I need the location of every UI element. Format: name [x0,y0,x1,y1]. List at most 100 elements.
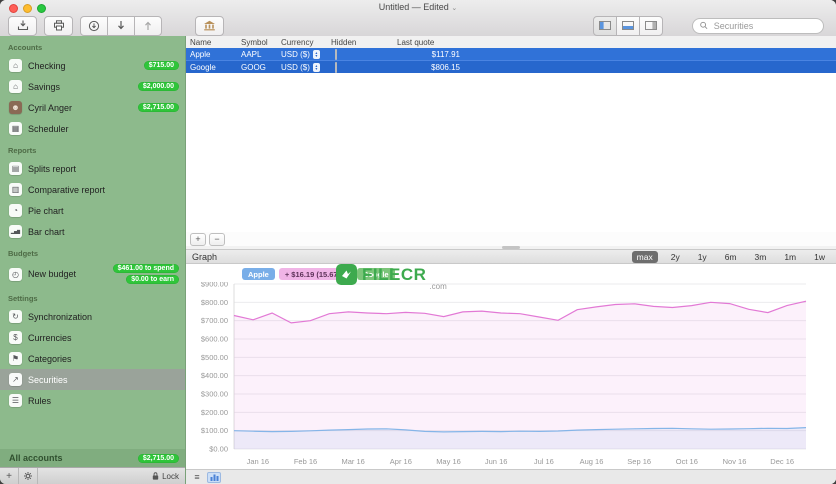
range-button-1y[interactable]: 1y [693,251,712,263]
range-button-2y[interactable]: 2y [666,251,685,263]
chart-area: Apple + $16.19 (15.67%) Google FILECR .com… [186,264,836,470]
securities-table: Apple AAPL USD ($) ▴ ▾ $117.91 Google GOOG USD (… [186,48,836,73]
bank-button[interactable] [195,15,224,36]
sidebar-item-label: Checking [28,60,66,71]
sidebar-item-comparative-report[interactable]: ▥ Comparative report [0,179,185,200]
sidebar-item-splits-report[interactable]: ▤ Splits report [0,158,185,179]
refresh-quotes-icon [88,20,100,31]
list-view-button[interactable]: ≡ [190,472,204,483]
add-security-button[interactable]: + [190,232,206,246]
svg-text:May 16: May 16 [436,457,461,466]
sidebar-item-synchronization[interactable]: ↻ Synchronization [0,306,185,327]
account-balance-badge: $715.00 [143,61,179,70]
svg-text:Feb 16: Feb 16 [294,457,317,466]
sidebar-item-label: Synchronization [28,311,93,322]
view-left-pane-button[interactable] [593,15,617,36]
hidden-checkbox[interactable] [335,48,337,60]
search-input[interactable] [711,19,816,32]
range-button-3m[interactable]: 3m [750,251,772,263]
move-down-button[interactable] [107,15,135,36]
table-row[interactable]: Apple AAPL USD ($) ▴ ▾ $117.91 [186,48,836,61]
hidden-cell [327,48,393,60]
currency-stepper-icon[interactable]: ▴ ▾ [312,62,320,72]
sidebar-item-currencies[interactable]: $ Currencies [0,327,185,348]
currency-value: USD ($) [281,62,310,72]
doc2-icon: ▥ [9,183,22,196]
column-header-name[interactable]: Name [186,38,237,47]
all-accounts-row[interactable]: All accounts $2,715.00 [0,449,185,467]
import-button[interactable] [8,15,37,36]
sidebar-item-securities[interactable]: ↗ Securities [0,369,185,390]
action-menu-button[interactable] [19,468,38,484]
remove-security-button[interactable]: − [209,232,225,246]
sidebar-item-bar-chart[interactable]: ▂▅▇ Bar chart [0,221,185,242]
security-last-quote: $117.91 [431,49,460,59]
sidebar-item-label: Savings [28,81,61,92]
legend-name-apple: Apple [242,268,275,280]
range-button-max[interactable]: max [631,250,658,263]
add-account-button[interactable]: + [0,468,19,484]
rules-icon: ☰ [9,394,22,407]
budget-badge: $0.00 to earn [126,275,179,284]
bank-icon: ⌂ [9,80,22,93]
svg-text:$500.00: $500.00 [201,353,228,362]
toolbar [0,15,836,36]
print-button[interactable] [44,15,73,36]
sidebar-item-label: Currencies [28,332,72,343]
move-up-button[interactable] [134,15,162,36]
view-bottom-pane-button[interactable] [616,15,640,36]
sidebar-section-header: Reports [8,146,37,155]
column-header-hidden[interactable]: Hidden [327,38,393,47]
column-header-last-quote[interactable]: Last quote [393,38,468,47]
column-header-currency[interactable]: Currency [277,38,327,47]
svg-text:Oct 16: Oct 16 [676,457,698,466]
view-bottom-pane-icon [622,21,634,30]
svg-text:Apr 16: Apr 16 [390,457,412,466]
range-button-1w[interactable]: 1w [809,251,830,263]
security-symbol: AAPL [241,49,262,59]
svg-text:Dec 16: Dec 16 [770,457,794,466]
watermark-logo-icon [336,264,357,285]
sidebar: Accounts ⌂ Checking $715.00 ⌂ Savings $2,000.0… [0,36,186,484]
bank-icon: ⌂ [9,59,22,72]
hidden-checkbox[interactable] [335,61,337,73]
sidebar-item-categories[interactable]: ⚑ Categories [0,348,185,369]
svg-text:$600.00: $600.00 [201,335,228,344]
search-icon [700,21,708,30]
lock-button[interactable]: Lock [151,471,185,481]
sidebar-section-header: Accounts [8,43,43,52]
person-icon: ☻ [9,101,22,114]
import-icon [17,20,28,31]
gauge-icon: ◴ [9,267,22,281]
sidebar-item-savings[interactable]: ⌂ Savings $2,000.00 [0,76,185,97]
sidebar-item-new-budget[interactable]: ◴ New budget $461.00 to spend $0.00 to earn [0,261,185,287]
svg-text:Jun 16: Jun 16 [485,457,508,466]
sidebar-item-label: Bar chart [28,226,65,237]
pie-icon: ◔ [9,204,22,217]
sidebar-item-checking[interactable]: ⌂ Checking $715.00 [0,55,185,76]
refresh-quotes-button[interactable] [80,15,108,36]
bank-icon [204,20,215,31]
svg-text:Aug 16: Aug 16 [580,457,604,466]
sidebar-item-scheduler[interactable]: ▦ Scheduler [0,118,185,139]
svg-text:$900.00: $900.00 [201,282,228,289]
range-button-1m[interactable]: 1m [779,251,801,263]
chart-view-button[interactable] [207,471,221,483]
column-header-symbol[interactable]: Symbol [237,38,277,47]
title-dropdown-icon[interactable]: ⌄ [451,5,457,12]
sidebar-item-cyril-anger[interactable]: ☻ Cyril Anger $2,715.00 [0,97,185,118]
svg-text:$100.00: $100.00 [201,426,228,435]
search-field[interactable] [692,17,824,34]
range-button-6m[interactable]: 6m [720,251,742,263]
currency-stepper-icon[interactable]: ▴ ▾ [312,49,320,59]
svg-text:$200.00: $200.00 [201,408,228,417]
currency-value: USD ($) [281,49,310,59]
sidebar-item-rules[interactable]: ☰ Rules [0,390,185,411]
view-right-pane-button[interactable] [639,15,663,36]
sidebar-item-label: Pie chart [28,205,64,216]
security-last-quote: $806.15 [431,62,460,72]
sidebar-item-pie-chart[interactable]: ◔ Pie chart [0,200,185,221]
window-chrome: Untitled — Edited ⌄ [0,0,836,37]
table-row[interactable]: Google GOOG USD ($) ▴ ▾ $806.15 [186,61,836,73]
